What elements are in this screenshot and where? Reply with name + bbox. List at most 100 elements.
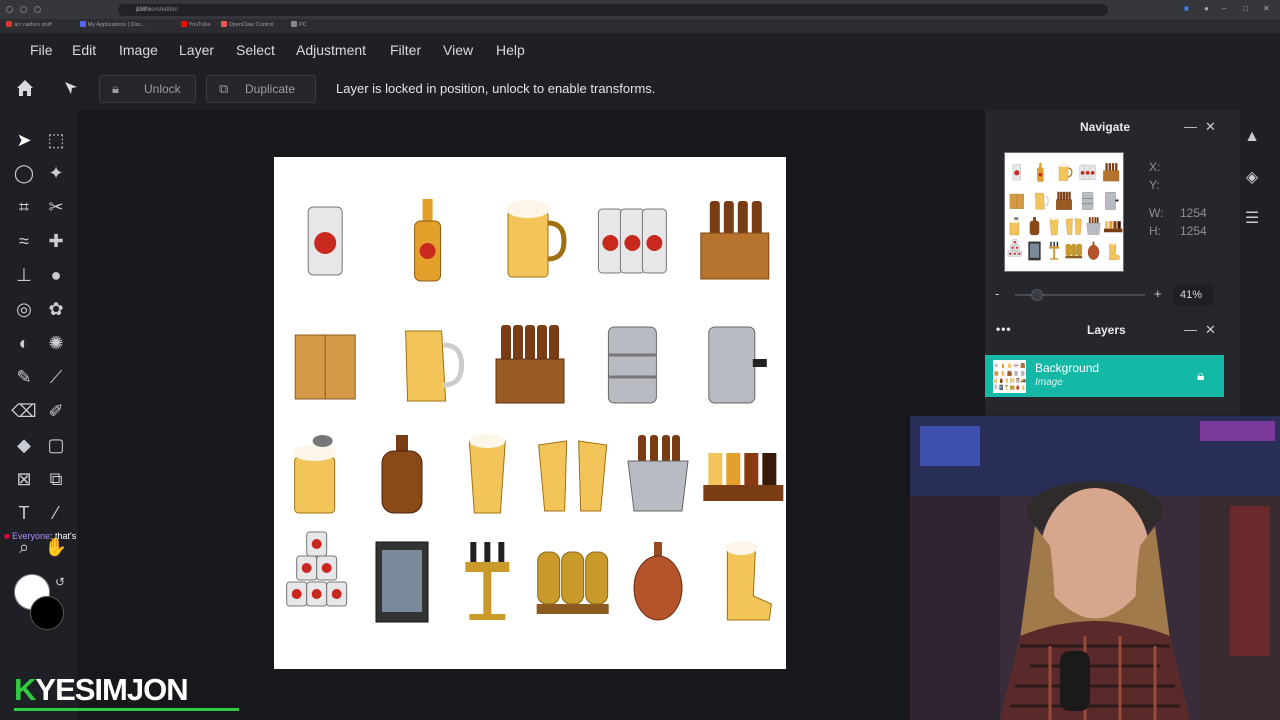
sharpen-tool-icon[interactable]: ✺ — [42, 329, 70, 357]
navigate-panel-icon[interactable]: ▲ — [1243, 128, 1261, 146]
bookmark-item[interactable]: arc raiders stuff — [6, 21, 52, 28]
marquee-tool-icon[interactable]: ⬚ — [42, 126, 70, 154]
dodge-tool-icon[interactable]: ◐ — [10, 329, 38, 357]
extension-icon[interactable]: ■ — [1184, 4, 1189, 13]
browser-zoom[interactable]: 100% — [136, 4, 1100, 16]
lasso-tool-icon[interactable]: ◯ — [10, 159, 38, 187]
background-color-swatch[interactable] — [30, 596, 64, 630]
growler-sprite — [999, 377, 1003, 383]
address-bar[interactable]: pixlr.com/editor/ 100% — [118, 4, 1108, 16]
bookmark-item[interactable]: PC — [291, 21, 307, 28]
layers-close-icon[interactable]: ✕ — [1205, 322, 1216, 338]
beer-mug-sprite — [506, 200, 567, 278]
forward-icon[interactable] — [20, 6, 27, 13]
fill-tool-icon[interactable]: ◆ — [10, 431, 38, 459]
steel-keg-sprite — [607, 326, 657, 404]
smudge-tool-icon[interactable]: ✐ — [42, 397, 70, 425]
zoom-input[interactable]: 41% — [1174, 284, 1214, 306]
gradient-tool-icon[interactable]: ▢ — [42, 431, 70, 459]
beer-can-sprite — [307, 206, 343, 276]
blur-tool-icon[interactable]: ● — [42, 261, 70, 289]
menu-help[interactable]: Help — [496, 42, 525, 58]
heal-tool-icon[interactable]: ✚ — [42, 227, 70, 255]
layers-minimize-icon[interactable]: — — [1184, 322, 1197, 337]
arrange-tool-icon[interactable]: ➤ — [10, 126, 38, 154]
reload-icon[interactable] — [34, 6, 41, 13]
bookmark-item[interactable]: My Applications | Disc... — [79, 21, 146, 28]
back-icon[interactable] — [6, 6, 13, 13]
zoom-slider-handle[interactable] — [1031, 289, 1043, 301]
navigate-close-icon[interactable]: ✕ — [1205, 119, 1216, 135]
shape-tool-icon[interactable]: ⊠ — [10, 465, 38, 493]
cardboard-box-sprite — [1009, 193, 1024, 209]
bookmark-item[interactable]: YouTube — [180, 21, 210, 28]
document-canvas[interactable] — [274, 157, 786, 669]
adjust-panel-icon[interactable]: ☰ — [1243, 210, 1261, 228]
beer-fridge-sprite — [999, 384, 1003, 391]
beer-tap-tower-sprite — [1049, 241, 1060, 260]
home-icon[interactable] — [14, 77, 36, 99]
beer-boot-sprite — [1109, 241, 1120, 260]
wand-tool-icon[interactable]: ✦ — [42, 159, 70, 187]
navigate-minimize-icon[interactable]: — — [1184, 119, 1197, 134]
menu-file[interactable]: File — [30, 42, 53, 58]
navigator-thumbnail[interactable] — [1004, 152, 1124, 272]
menu-filter[interactable]: Filter — [390, 42, 421, 58]
beer-flight-sprite — [1103, 221, 1123, 233]
y-label: Y: — [1149, 178, 1160, 192]
stein-with-lid-sprite — [1009, 217, 1020, 236]
copper-still-sprite — [633, 542, 683, 621]
beer-fridge-sprite — [1028, 241, 1041, 261]
text-tool-icon[interactable]: T — [10, 499, 38, 527]
wooden-bottle-crate-sprite — [1007, 370, 1012, 376]
menu-edit[interactable]: Edit — [72, 42, 96, 58]
arrange-tool-icon[interactable] — [62, 79, 80, 97]
bottle-crate-sprite — [1020, 362, 1025, 368]
bookmark-item[interactable]: OpenClaw Control — [220, 21, 274, 28]
minimize-icon[interactable]: – — [1222, 4, 1226, 13]
cutout-tool-icon[interactable]: ✂ — [42, 193, 70, 221]
logo-k-icon: K — [14, 672, 36, 707]
swap-colors-icon[interactable]: ↺ — [50, 572, 70, 592]
color-replace-tool-icon[interactable]: ✿ — [42, 295, 70, 323]
toasting-glasses-sprite — [1010, 378, 1015, 383]
options-bar: 🔒︎ Unlock ⧉ Duplicate Layer is locked in… — [0, 67, 1280, 110]
beer-bottle-sprite — [1002, 362, 1004, 369]
layers-panel-icon[interactable]: ◈ — [1243, 169, 1261, 187]
clone-tool-icon[interactable]: ⊥ — [10, 261, 38, 289]
ice-bucket-sprite — [1015, 377, 1020, 383]
bookmark-icon — [220, 21, 227, 27]
pencil-tool-icon[interactable]: ✎ — [10, 363, 38, 391]
sponge-tool-icon[interactable]: ◎ — [10, 295, 38, 323]
sprite-sheet — [286, 199, 784, 623]
crop-tool-icon[interactable]: ⌗ — [10, 193, 38, 221]
h-label: H: — [1149, 224, 1161, 238]
steel-keg-sprite — [1014, 370, 1018, 376]
zoom-in-button[interactable]: + — [1154, 286, 1162, 301]
sticker-tool-icon[interactable]: ⧉ — [42, 465, 70, 493]
layer-name: Background — [1035, 361, 1100, 375]
menu-layer[interactable]: Layer — [179, 42, 214, 58]
layers-menu-icon[interactable]: ••• — [996, 322, 1012, 336]
layer-lock-icon[interactable]: 🔒︎ — [1197, 367, 1204, 384]
brush-tool-icon[interactable]: ⟋ — [42, 363, 70, 391]
duplicate-button[interactable]: ⧉ Duplicate — [206, 75, 316, 103]
menu-adjustment[interactable]: Adjustment — [296, 42, 366, 58]
zoom-out-button[interactable]: - — [995, 286, 999, 301]
unlock-button[interactable]: 🔒︎ Unlock — [99, 75, 196, 103]
menu-view[interactable]: View — [443, 42, 473, 58]
beer-pitcher-sprite — [405, 330, 465, 402]
eraser-tool-icon[interactable]: ⌫ — [10, 397, 38, 425]
eyedropper-tool-icon[interactable]: ⁄ — [42, 499, 70, 527]
profile-icon[interactable]: ● — [1204, 4, 1209, 13]
unlock-label: Unlock — [144, 82, 181, 96]
ice-bucket-sprite — [1086, 217, 1101, 235]
six-pack-cans-sprite — [1079, 164, 1096, 180]
layer-thumbnail — [993, 360, 1026, 393]
ice-bucket-sprite — [627, 435, 689, 512]
menu-image[interactable]: Image — [119, 42, 158, 58]
maximize-icon[interactable]: □ — [1243, 4, 1248, 13]
close-window-icon[interactable]: ✕ — [1263, 4, 1270, 13]
menu-select[interactable]: Select — [236, 42, 275, 58]
liquify-tool-icon[interactable]: ≈ — [10, 227, 38, 255]
